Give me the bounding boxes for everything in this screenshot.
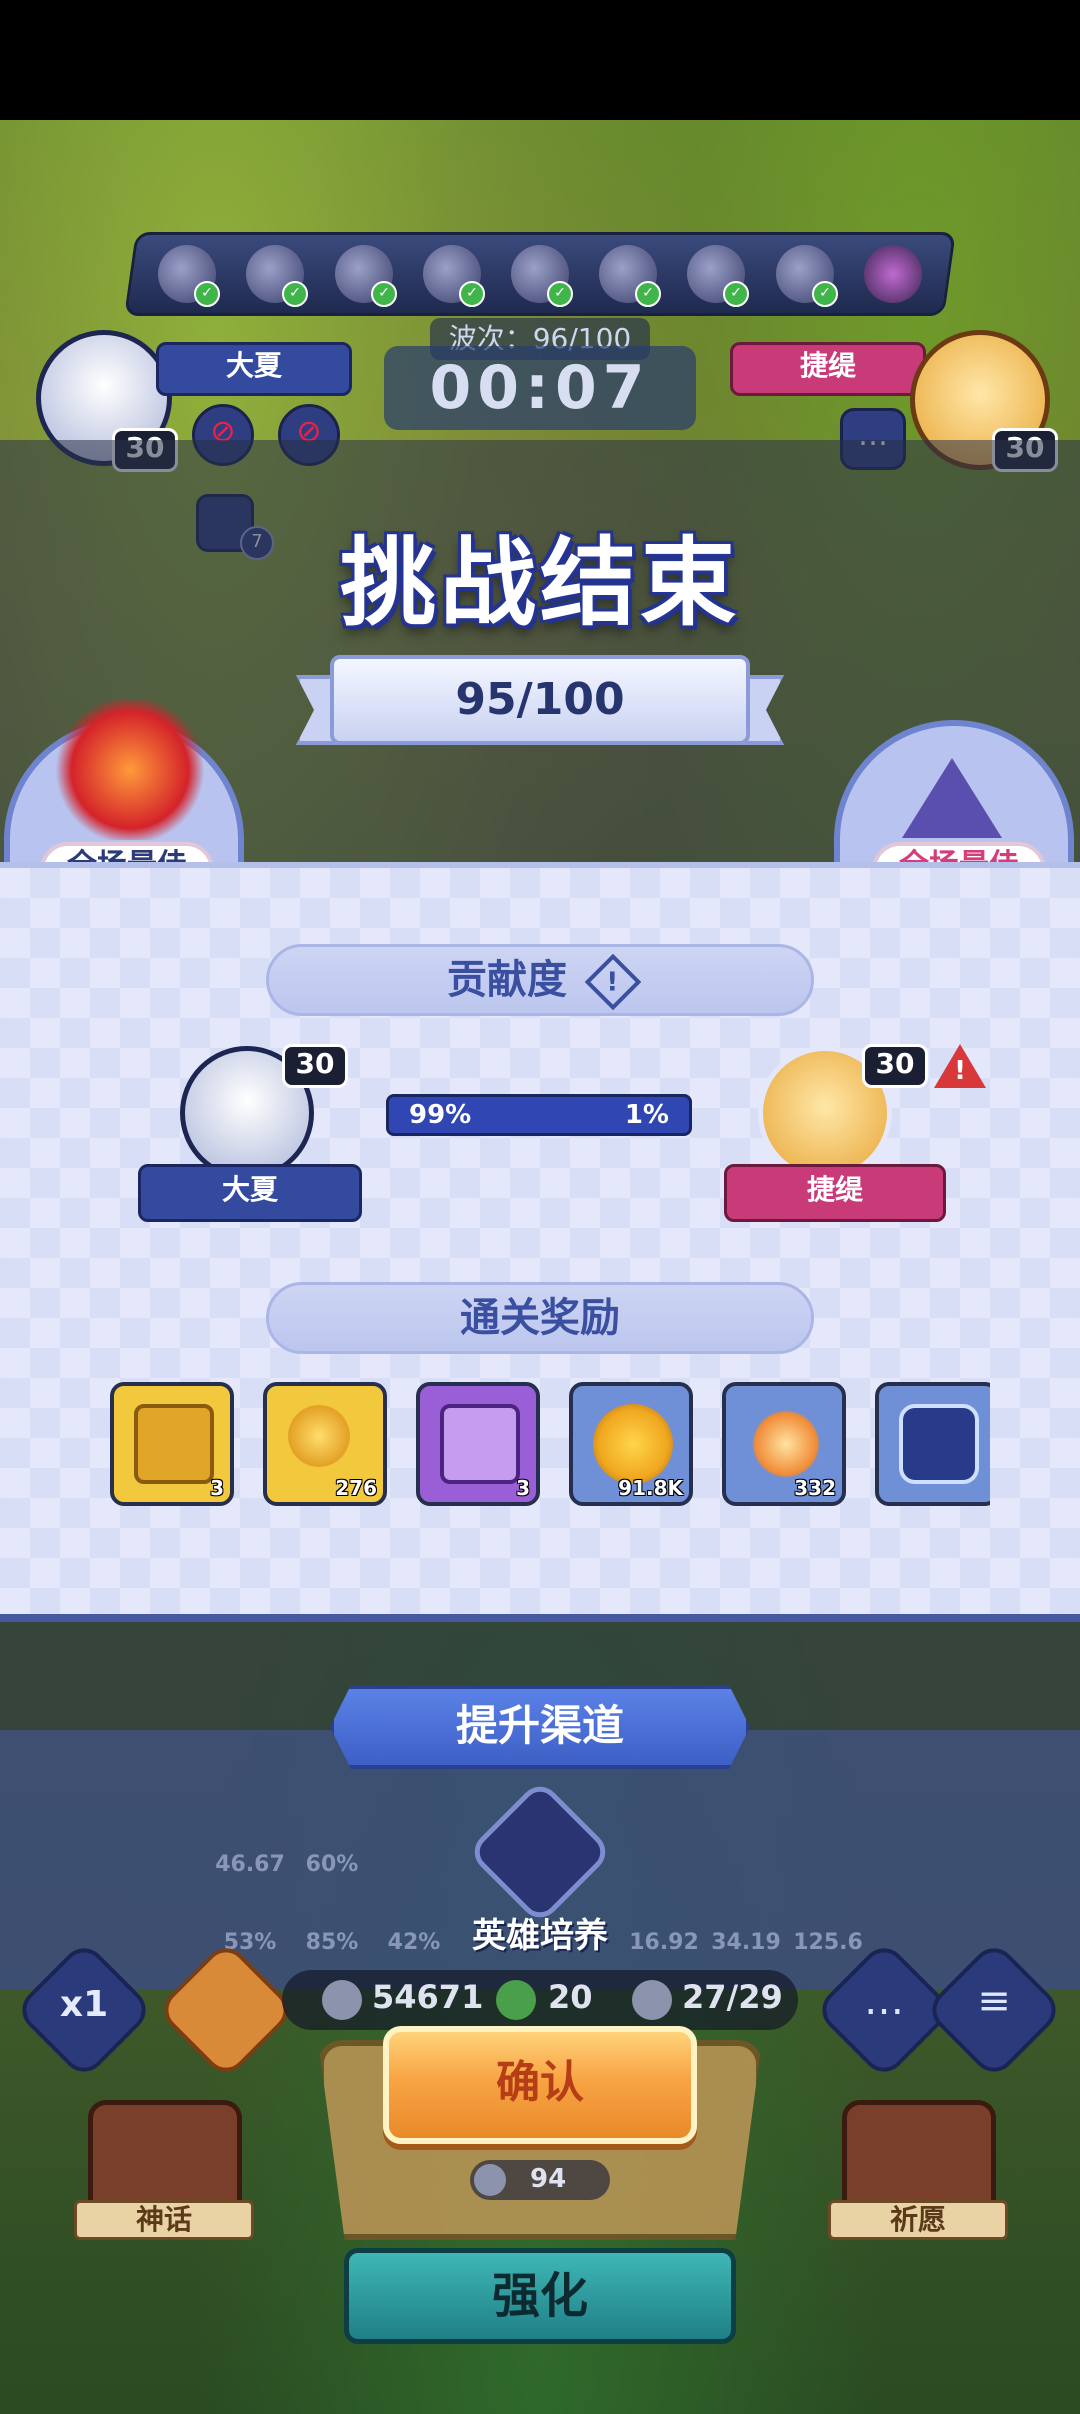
contribution-left-pct: 99% xyxy=(409,1100,472,1130)
clover-icon xyxy=(496,1980,536,2020)
purple-chest-icon xyxy=(440,1404,520,1484)
check-icon: ✓ xyxy=(811,281,838,307)
ghost-stat: 60% xyxy=(305,1852,359,1877)
ghost-stat: 16.92 xyxy=(629,1930,699,1955)
rewards-row: 3 276 3 91.8K 332 xyxy=(110,1382,990,1508)
check-icon: ✓ xyxy=(194,281,221,307)
silver-amount: 54671 xyxy=(372,1978,484,2016)
contribution-right-pct: 1% xyxy=(624,1100,669,1130)
reward-item[interactable] xyxy=(875,1382,990,1506)
ghost-stat: 46.67 xyxy=(215,1852,285,1877)
reward-item[interactable]: 332 xyxy=(722,1382,846,1506)
wave-heroes-strip: ✓ ✓ ✓ ✓ ✓ ✓ ✓ ✓ xyxy=(124,232,956,316)
cost-coin-icon xyxy=(474,2164,506,2196)
check-icon: ✓ xyxy=(635,281,662,307)
strip-hero: ✓ xyxy=(599,245,662,307)
wish-label: 祈愿 xyxy=(828,2200,1008,2240)
contribution-title: 贡献度 xyxy=(447,957,568,1003)
contribution-bar: 99% 1% xyxy=(386,1094,692,1136)
battle-timer: 00:07 xyxy=(384,346,696,430)
strip-hero: ✓ xyxy=(158,245,221,307)
triangle-rune-icon xyxy=(902,758,1002,838)
check-icon: ✓ xyxy=(546,281,573,307)
warning-mark: ! xyxy=(954,1056,966,1086)
menu-icon: ≡ xyxy=(977,1978,1011,2024)
contribution-header: 贡献度 ! xyxy=(266,944,814,1016)
strip-hero: ✓ xyxy=(422,245,485,307)
strip-hero: ✓ xyxy=(775,245,838,307)
contrib-left-level: 30 xyxy=(282,1044,348,1088)
cost-value: 94 xyxy=(530,2164,567,2194)
unit-icon xyxy=(632,1980,672,2020)
reward-item[interactable]: 276 xyxy=(263,1382,387,1506)
strip-hero: ✓ xyxy=(246,245,309,307)
strip-hero: ✓ xyxy=(687,245,750,307)
info-icon[interactable]: ! xyxy=(584,953,642,1011)
left-player-name: 大夏 xyxy=(156,342,352,396)
strip-hero: ✓ xyxy=(334,245,397,307)
strip-hero: ✓ xyxy=(510,245,573,307)
check-icon: ✓ xyxy=(370,281,397,307)
trophy-medal-icon xyxy=(746,1404,826,1484)
speed-label: x1 xyxy=(59,1984,109,2025)
hero-training-label: 英雄培养 xyxy=(472,1916,608,1956)
rewards-header: 通关奖励 xyxy=(266,1282,814,1354)
ghost-stat: 42% xyxy=(387,1930,441,1955)
clover-amount: 20 xyxy=(548,1978,593,2016)
gold-chest-icon xyxy=(134,1404,214,1484)
unit-count: 27/29 xyxy=(682,1978,783,2016)
ghost-stat: 34.19 xyxy=(711,1930,781,1955)
chat-icon: … xyxy=(864,1978,904,2024)
strip-hero-current xyxy=(863,245,922,303)
phoenix-hero-icon xyxy=(50,700,210,840)
right-player-name: 捷缇 xyxy=(730,342,926,396)
check-icon: ✓ xyxy=(723,281,750,307)
contrib-right-name: 捷缇 xyxy=(724,1164,946,1222)
wave-result-banner: 95/100 xyxy=(330,655,750,745)
confirm-button[interactable]: 确认 xyxy=(383,2026,697,2144)
crystal-emblem-icon xyxy=(899,1404,979,1484)
gold-coin-icon xyxy=(593,1404,673,1484)
myth-label: 神话 xyxy=(74,2200,254,2240)
check-icon: ✓ xyxy=(282,281,309,307)
reward-item[interactable]: 3 xyxy=(110,1382,234,1506)
ghost-stat: 125.6 xyxy=(793,1930,863,1955)
silver-coin-icon xyxy=(322,1980,362,2020)
improvement-channel-banner: 提升渠道 xyxy=(330,1685,750,1769)
reward-item[interactable]: 3 xyxy=(416,1382,540,1506)
enhance-button[interactable]: 强化 xyxy=(344,2248,736,2344)
check-icon: ✓ xyxy=(458,281,485,307)
reward-item[interactable]: 91.8K xyxy=(569,1382,693,1506)
contrib-right-level: 30 xyxy=(862,1044,928,1088)
challenge-end-title: 挑战结束 xyxy=(340,527,740,639)
gold-key-icon xyxy=(287,1404,367,1484)
ghost-stat: 85% xyxy=(305,1930,359,1955)
contrib-left-name: 大夏 xyxy=(138,1164,362,1222)
